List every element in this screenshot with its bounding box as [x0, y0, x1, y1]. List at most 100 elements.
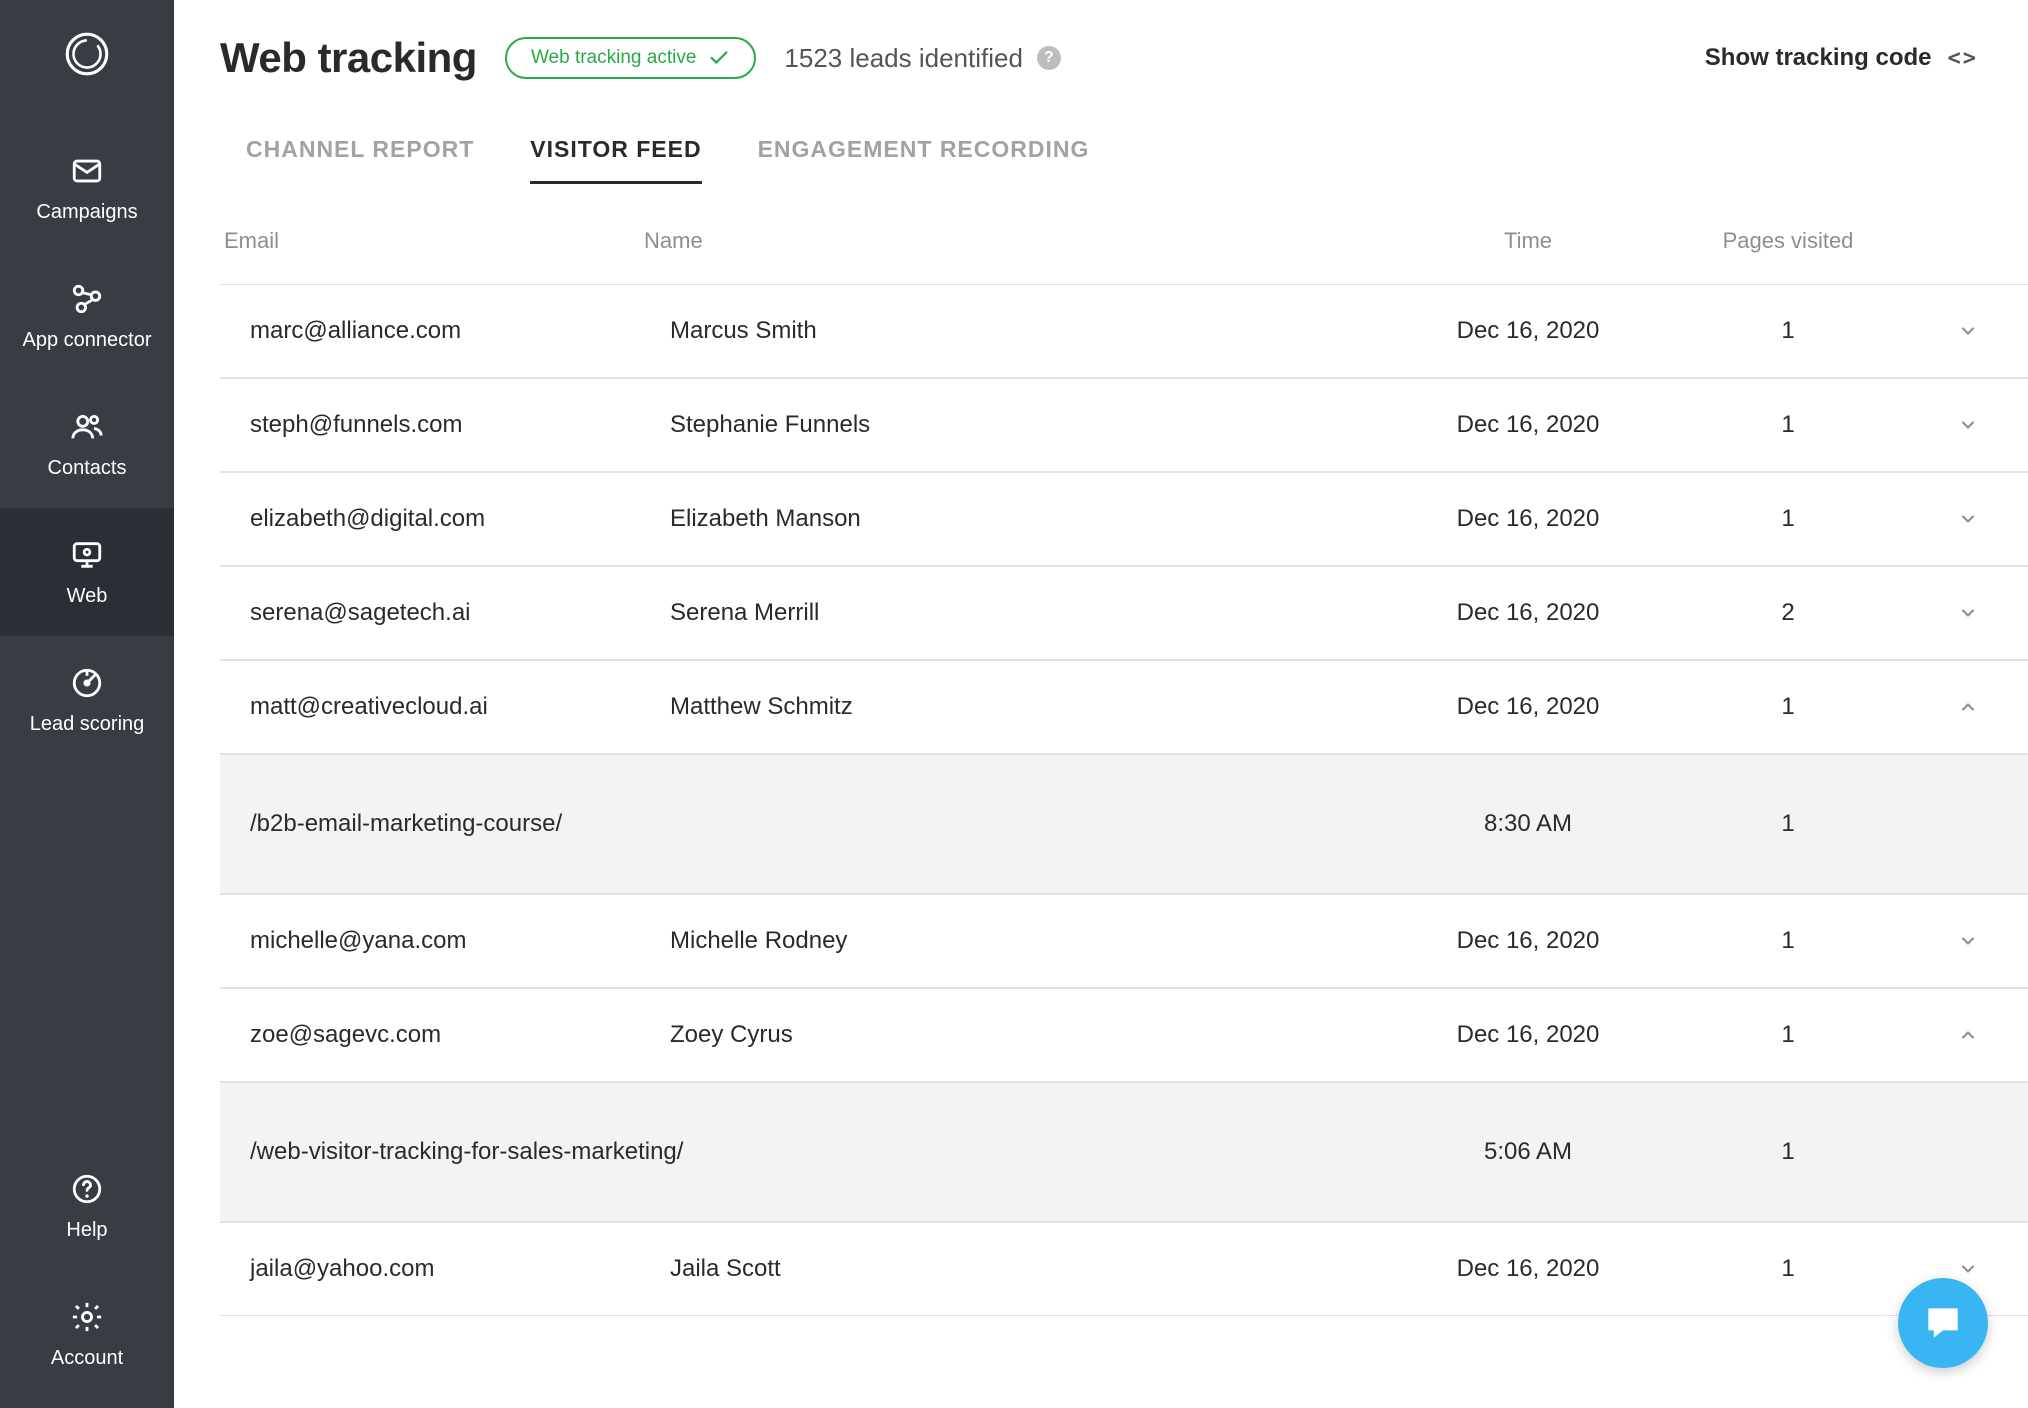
cell-pages: 1	[1658, 1255, 1918, 1283]
chevron-down-icon[interactable]	[1918, 603, 2018, 623]
cell-email: matt@creativecloud.ai	[250, 693, 670, 721]
cell-email: elizabeth@digital.com	[250, 505, 670, 533]
cell-time: Dec 16, 2020	[1398, 505, 1658, 533]
table-row[interactable]: zoe@sagevc.comZoey CyrusDec 16, 20201	[220, 988, 2028, 1082]
detail-path: /web-visitor-tracking-for-sales-marketin…	[250, 1138, 1398, 1166]
status-pill: Web tracking active	[505, 37, 756, 79]
sidebar-item-label: Campaigns	[36, 201, 137, 224]
detail-time: 8:30 AM	[1398, 810, 1658, 838]
chevron-down-icon[interactable]	[1918, 415, 2018, 435]
cell-name: Zoey Cyrus	[670, 1021, 1398, 1049]
chevron-up-icon[interactable]	[1918, 697, 2018, 717]
sidebar-item-web[interactable]: Web	[0, 508, 174, 636]
cell-name: Elizabeth Manson	[670, 505, 1398, 533]
envelope-icon	[69, 153, 105, 189]
help-icon	[69, 1171, 105, 1207]
cell-name: Marcus Smith	[670, 317, 1398, 345]
sidebar-item-label: Account	[51, 1347, 123, 1370]
cell-email: jaila@yahoo.com	[250, 1255, 670, 1283]
monitor-icon	[69, 537, 105, 573]
chevron-down-icon[interactable]	[1918, 1259, 2018, 1279]
cell-time: Dec 16, 2020	[1398, 599, 1658, 627]
connector-icon	[69, 281, 105, 317]
col-name: Name	[644, 228, 1398, 254]
table-row[interactable]: matt@creativecloud.aiMatthew SchmitzDec …	[220, 660, 2028, 754]
leads-identified: 1523 leads identified ?	[784, 43, 1061, 74]
show-tracking-code-label: Show tracking code	[1705, 44, 1932, 72]
tab-channel-report[interactable]: CHANNEL REPORT	[246, 128, 474, 184]
contacts-icon	[69, 409, 105, 445]
chat-icon	[1921, 1301, 1965, 1345]
sidebar-item-label: Contacts	[48, 457, 127, 480]
target-icon	[69, 665, 105, 701]
cell-email: michelle@yana.com	[250, 927, 670, 955]
cell-pages: 2	[1658, 599, 1918, 627]
sidebar-item-label: Lead scoring	[30, 713, 145, 736]
sidebar-item-help[interactable]: Help	[0, 1142, 174, 1270]
detail-pages: 1	[1658, 1138, 1918, 1166]
table-row[interactable]: elizabeth@digital.comElizabeth MansonDec…	[220, 472, 2028, 566]
status-text: Web tracking active	[531, 47, 696, 69]
cell-name: Matthew Schmitz	[670, 693, 1398, 721]
detail-pages: 1	[1658, 810, 1918, 838]
page-title: Web tracking	[220, 34, 477, 82]
cell-email: steph@funnels.com	[250, 411, 670, 439]
chevron-up-icon[interactable]	[1918, 1025, 2018, 1045]
table-header: Email Name Time Pages visited	[220, 194, 2028, 285]
tab-visitor-feed[interactable]: VISITOR FEED	[530, 128, 701, 184]
tabs: CHANNEL REPORT VISITOR FEED ENGAGEMENT R…	[220, 128, 2028, 184]
chevron-down-icon[interactable]	[1918, 321, 2018, 341]
cell-pages: 1	[1658, 317, 1918, 345]
check-icon	[708, 47, 730, 69]
page-header: Web tracking Web tracking active 1523 le…	[220, 34, 2028, 82]
sidebar-item-label: Web	[67, 585, 108, 608]
visitor-table: Email Name Time Pages visited marc@allia…	[220, 194, 2028, 1316]
sidebar-item-account[interactable]: Account	[0, 1270, 174, 1398]
chevron-down-icon[interactable]	[1918, 509, 2018, 529]
cell-time: Dec 16, 2020	[1398, 693, 1658, 721]
help-tooltip-icon[interactable]: ?	[1037, 46, 1061, 70]
cell-email: serena@sagetech.ai	[250, 599, 670, 627]
logo-icon	[61, 28, 113, 80]
cell-pages: 1	[1658, 927, 1918, 955]
sidebar-item-contacts[interactable]: Contacts	[0, 380, 174, 508]
sidebar-item-app-connector[interactable]: App connector	[0, 252, 174, 380]
cell-name: Stephanie Funnels	[670, 411, 1398, 439]
cell-time: Dec 16, 2020	[1398, 317, 1658, 345]
chat-launcher-button[interactable]	[1898, 1278, 1988, 1368]
cell-name: Michelle Rodney	[670, 927, 1398, 955]
table-row[interactable]: serena@sagetech.aiSerena MerrillDec 16, …	[220, 566, 2028, 660]
gear-icon	[69, 1299, 105, 1335]
tab-engagement-recording[interactable]: ENGAGEMENT RECORDING	[758, 128, 1090, 184]
show-tracking-code-button[interactable]: Show tracking code <>	[1705, 44, 1978, 72]
col-email: Email	[224, 228, 644, 254]
cell-time: Dec 16, 2020	[1398, 411, 1658, 439]
chevron-down-icon[interactable]	[1918, 931, 2018, 951]
cell-pages: 1	[1658, 505, 1918, 533]
cell-pages: 1	[1658, 693, 1918, 721]
table-row-detail: /b2b-email-marketing-course/8:30 AM1	[220, 754, 2028, 894]
table-row-detail: /web-visitor-tracking-for-sales-marketin…	[220, 1082, 2028, 1222]
table-row[interactable]: jaila@yahoo.comJaila ScottDec 16, 20201	[220, 1222, 2028, 1316]
detail-path: /b2b-email-marketing-course/	[250, 810, 1398, 838]
table-row[interactable]: michelle@yana.comMichelle RodneyDec 16, …	[220, 894, 2028, 988]
cell-email: marc@alliance.com	[250, 317, 670, 345]
cell-email: zoe@sagevc.com	[250, 1021, 670, 1049]
cell-time: Dec 16, 2020	[1398, 927, 1658, 955]
table-row[interactable]: marc@alliance.comMarcus SmithDec 16, 202…	[220, 285, 2028, 378]
sidebar-item-campaigns[interactable]: Campaigns	[0, 124, 174, 252]
leads-text: 1523 leads identified	[784, 43, 1023, 74]
table-row[interactable]: steph@funnels.comStephanie FunnelsDec 16…	[220, 378, 2028, 472]
sidebar-item-label: Help	[66, 1219, 107, 1242]
code-icon: <>	[1948, 46, 1979, 71]
sidebar-item-label: App connector	[23, 329, 152, 352]
main-content: Web tracking Web tracking active 1523 le…	[174, 0, 2028, 1356]
cell-pages: 1	[1658, 1021, 1918, 1049]
col-pages: Pages visited	[1658, 228, 1918, 254]
col-time: Time	[1398, 228, 1658, 254]
sidebar-item-lead-scoring[interactable]: Lead scoring	[0, 636, 174, 764]
cell-time: Dec 16, 2020	[1398, 1021, 1658, 1049]
cell-name: Jaila Scott	[670, 1255, 1398, 1283]
cell-name: Serena Merrill	[670, 599, 1398, 627]
cell-pages: 1	[1658, 411, 1918, 439]
